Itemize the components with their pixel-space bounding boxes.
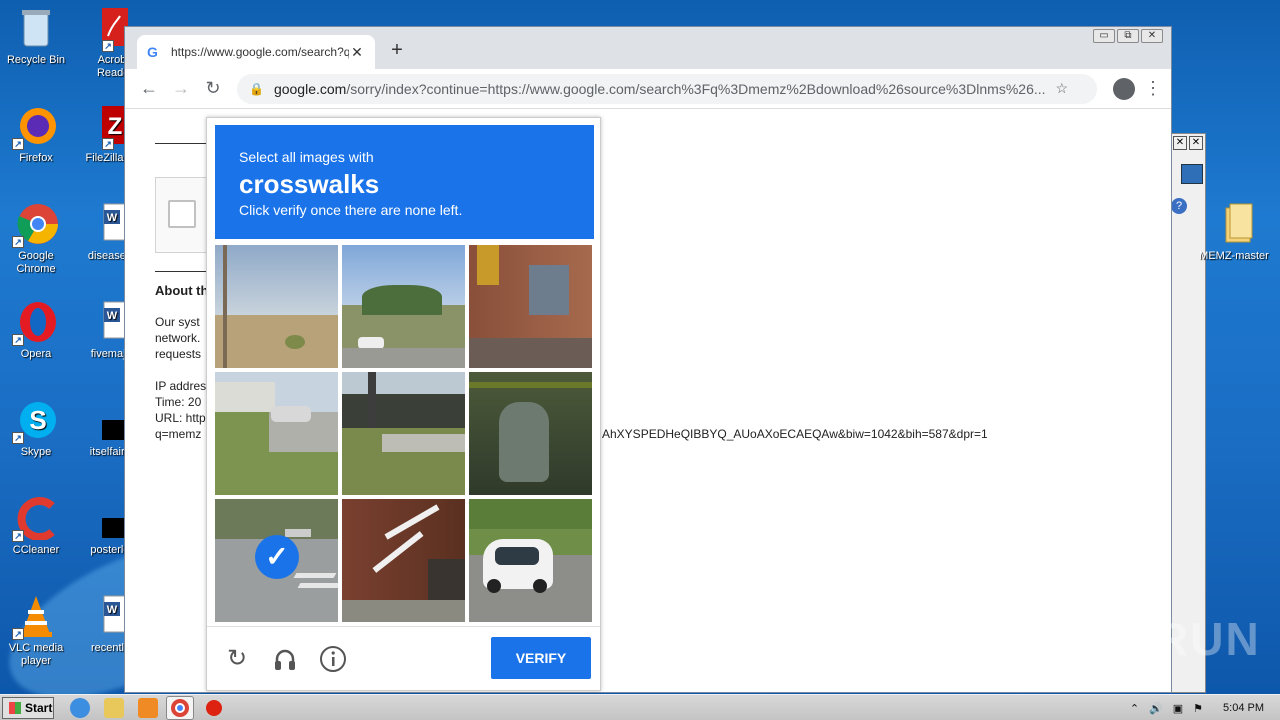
close-icon[interactable]: ✕ (1189, 136, 1203, 150)
profile-avatar[interactable] (1113, 77, 1135, 100)
vlc-icon: ↗ (12, 594, 58, 640)
desktop-icon-ccleaner[interactable]: ↗ CCleaner (0, 496, 72, 557)
search-icon[interactable] (1181, 164, 1203, 184)
captcha-tile[interactable] (215, 245, 338, 368)
taskbar: Start ⌃ 🔊 ▣ ⚑ 5:04 PM (0, 694, 1280, 720)
svg-text:W: W (107, 604, 118, 616)
svg-text:Z: Z (108, 113, 123, 140)
volume-icon[interactable]: 🔊 (1149, 702, 1163, 715)
word-doc-icon: W (84, 594, 129, 638)
svg-text:W: W (107, 212, 118, 224)
flag-icon[interactable]: ⚑ (1193, 702, 1203, 715)
instruction-line: Select all images with (239, 149, 374, 165)
body-line: network. (155, 331, 201, 345)
desktop-icon-memz-master[interactable]: MEMZ-master (1198, 202, 1270, 263)
desktop-icon-vlc[interactable]: ↗ VLC media player (0, 594, 72, 668)
title-bar[interactable]: G https://www.google.com/search?q= ✕ + ▭… (125, 27, 1171, 69)
image-grid: ✓ (215, 245, 594, 622)
minimize-button[interactable]: ▭ (1093, 29, 1115, 43)
back-icon[interactable]: ← (133, 78, 165, 99)
time-line: Time: 20 (155, 395, 202, 409)
challenge-keyword: crosswalks (239, 169, 380, 199)
skype-icon: S ↗ (12, 398, 58, 444)
challenge-footer: ↻ VERIFY (207, 626, 600, 690)
about-heading: About th (155, 283, 209, 298)
desktop-icon-chrome[interactable]: ↗ Google Chrome (0, 202, 72, 276)
black-file-icon (84, 496, 128, 540)
tray-expand-icon[interactable]: ⌃ (1130, 702, 1139, 715)
start-button[interactable]: Start (2, 697, 54, 719)
close-tab-icon[interactable]: ✕ (349, 44, 365, 61)
opera-taskbar-icon[interactable] (206, 700, 222, 716)
kebab-menu-icon[interactable]: ⋮ (1143, 78, 1163, 99)
reload-challenge-icon[interactable]: ↻ (223, 645, 251, 673)
captcha-tile[interactable] (469, 499, 592, 622)
captcha-tile-selected[interactable]: ✓ (215, 499, 338, 622)
challenge-header: Select all images with crosswalks Click … (215, 125, 594, 239)
recycle-bin-icon (14, 6, 58, 50)
ie-icon[interactable] (70, 698, 90, 718)
captcha-tile[interactable] (342, 372, 465, 495)
recaptcha-checkbox[interactable] (168, 200, 196, 228)
address-bar[interactable]: 🔒 google.com /sorry/index?continue=https… (237, 73, 1097, 104)
chrome-icon: ↗ (12, 202, 58, 248)
reload-icon[interactable]: ↻ (197, 78, 229, 99)
captcha-tile[interactable] (215, 372, 338, 495)
help-icon[interactable]: ? (1171, 198, 1187, 214)
maximize-button[interactable]: ⧉ (1117, 29, 1139, 43)
desktop-icon-firefox[interactable]: ↗ Firefox (0, 104, 72, 165)
audio-challenge-icon[interactable] (271, 645, 299, 673)
opera-icon: ↗ (12, 300, 58, 346)
ccleaner-icon: ↗ (12, 496, 58, 542)
watermark-text: ANY RUN (1038, 613, 1261, 665)
bookmark-star-icon[interactable]: ☆ (1056, 80, 1069, 97)
clock[interactable]: 5:04 PM (1223, 702, 1264, 714)
folder-icon (1212, 202, 1256, 246)
captcha-tile[interactable] (469, 245, 592, 368)
acrobat-icon: ↗ (84, 6, 128, 52)
desktop-icon-skype[interactable]: S ↗ Skype (0, 398, 72, 459)
svg-text:S: S (29, 405, 46, 435)
ip-line: IP addres (155, 379, 207, 393)
info-icon[interactable] (319, 645, 347, 673)
explorer-icon[interactable] (104, 698, 124, 718)
word-doc-icon: W (84, 300, 129, 344)
browser-toolbar: ← → ↻ 🔒 google.com /sorry/index?continue… (125, 69, 1171, 109)
network-icon[interactable]: ▣ (1173, 702, 1183, 715)
captcha-tile[interactable] (469, 372, 592, 495)
media-player-icon[interactable] (138, 698, 158, 718)
body-line: Our syst (155, 315, 200, 329)
desktop-icon-opera[interactable]: ↗ Opera (0, 300, 72, 361)
body-line: requests (155, 347, 202, 361)
filezilla-icon: Z ↗ (84, 104, 128, 150)
word-doc-icon: W (84, 202, 129, 246)
forward-icon[interactable]: → (165, 78, 197, 99)
captcha-tile[interactable] (342, 245, 465, 368)
firefox-icon: ↗ (12, 104, 58, 150)
new-tab-button[interactable]: + (387, 39, 407, 62)
url-line-2: q=memz (155, 427, 202, 441)
check-icon: ✓ (255, 535, 299, 579)
black-file-icon (84, 398, 128, 442)
recaptcha-challenge: Select all images with crosswalks Click … (206, 117, 601, 691)
browser-tab[interactable]: G https://www.google.com/search?q= ✕ (137, 35, 375, 69)
chrome-taskbar-button[interactable] (166, 696, 194, 720)
url-line: URL: http (155, 411, 206, 425)
svg-text:W: W (107, 310, 118, 322)
close-button[interactable]: ✕ (1141, 29, 1163, 43)
close-icon[interactable]: ✕ (1173, 136, 1187, 150)
windows-flag-icon (9, 702, 21, 714)
system-tray: ⌃ 🔊 ▣ ⚑ 5:04 PM (1130, 695, 1280, 720)
instruction-subline: Click verify once there are none left. (239, 202, 463, 218)
url-tail: AhXYSPEDHeQIBBYQ_AUoAXoECAEQAw&biw=1042&… (602, 427, 988, 441)
lock-icon: 🔒 (249, 81, 264, 96)
captcha-tile[interactable] (342, 499, 465, 622)
verify-button[interactable]: VERIFY (491, 637, 591, 679)
google-favicon-icon: G (147, 44, 158, 60)
desktop-icon-recycle-bin[interactable]: Recycle Bin (0, 6, 72, 67)
